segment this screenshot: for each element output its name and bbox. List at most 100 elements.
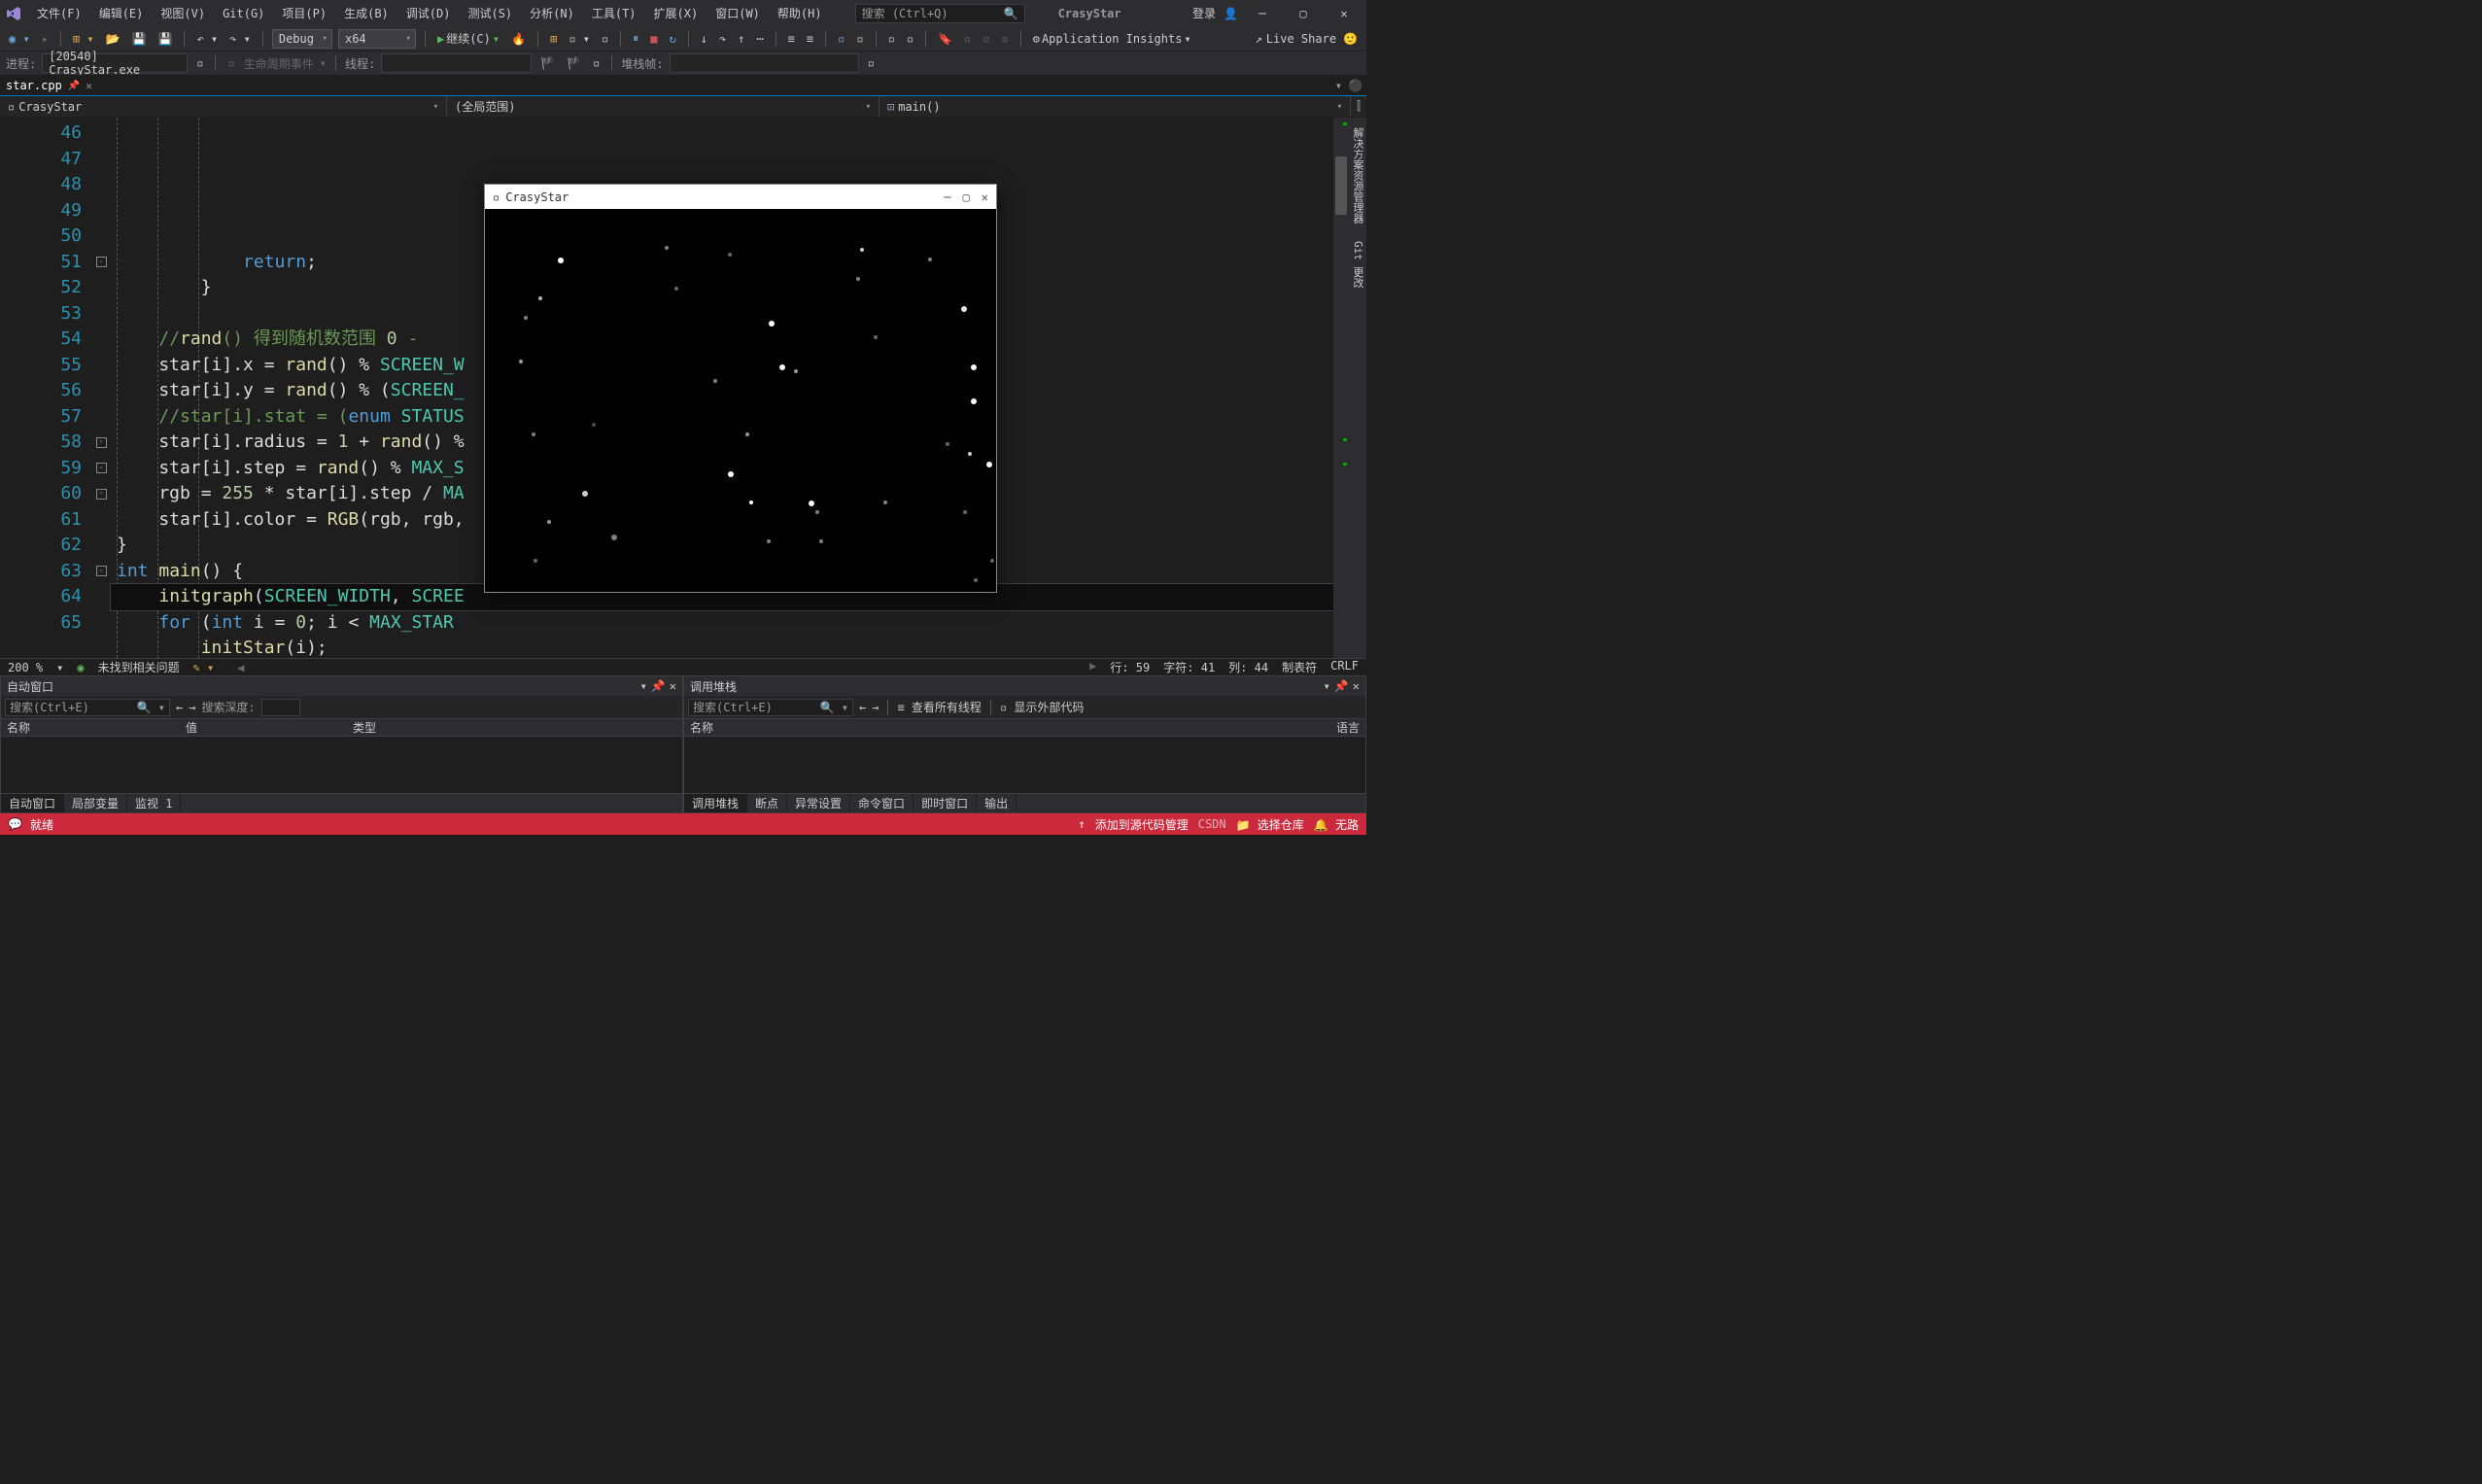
tab-output[interactable]: 输出 — [977, 794, 1017, 812]
panel-close-icon[interactable]: ✕ — [1353, 679, 1360, 693]
close-tab-button[interactable]: ✕ — [86, 80, 92, 92]
split-button[interactable]: ⫿ — [1351, 99, 1366, 114]
login-icon[interactable]: 👤 — [1224, 7, 1238, 20]
open-file-button[interactable]: 📂 — [103, 31, 123, 47]
app-minimize-button[interactable]: ─ — [944, 190, 950, 204]
toolbar-grp4-2[interactable]: ▫ — [853, 31, 866, 47]
menu-extensions[interactable]: 扩展(X) — [652, 3, 701, 23]
col-type[interactable]: 类型 — [353, 719, 376, 736]
menu-project[interactable]: 项目(P) — [280, 3, 328, 23]
restart-button[interactable]: ↻ — [666, 31, 678, 47]
toolbar-grp4-1[interactable]: ▫ — [835, 31, 847, 47]
tab-plus-button[interactable]: ⚫ — [1348, 79, 1362, 92]
config-combo[interactable]: Debug — [272, 29, 332, 49]
lifecycle-icon[interactable]: ▫ — [224, 55, 237, 71]
search-fwd-button[interactable]: → — [189, 701, 195, 714]
panel-close-icon[interactable]: ✕ — [670, 679, 676, 693]
toolbar-btn-1[interactable]: ⊞ — [547, 31, 560, 47]
tab-command[interactable]: 命令窗口 — [850, 794, 914, 812]
zoom-level[interactable]: 200 % — [8, 661, 43, 674]
undo-button[interactable]: ↶ ▾ — [193, 31, 221, 47]
live-share-icon[interactable]: ↗ — [1256, 32, 1262, 46]
thread-combo[interactable] — [381, 53, 532, 73]
hscroll-left[interactable]: ◀ — [237, 661, 244, 674]
toolbar-btn-2[interactable]: ▫ ▾ — [566, 31, 593, 47]
tab-exceptions[interactable]: 异常设置 — [787, 794, 850, 812]
depth-combo[interactable] — [261, 699, 300, 716]
live-share-button[interactable]: Live Share — [1266, 32, 1336, 46]
process-combo[interactable]: [20540] CrasyStar.exe — [42, 53, 188, 73]
error-indicator[interactable]: ◉ — [77, 661, 84, 674]
fold-column[interactable]: ----- — [91, 118, 111, 658]
proc-btn[interactable]: ▫ — [193, 55, 206, 71]
cs-col-lang[interactable]: 语言 — [1336, 719, 1360, 736]
thread-btn-1[interactable]: 🏴 — [537, 55, 558, 71]
pause-button[interactable]: ⏸ — [630, 30, 641, 47]
app-insights-button[interactable]: ⚙ Application Insights ▾ — [1030, 31, 1194, 47]
toolbar-grp5-2[interactable]: ▫ — [904, 31, 916, 47]
solution-explorer-tab[interactable]: 解决方案资源管理器 — [1350, 121, 1365, 229]
stop-button[interactable]: ■ — [647, 31, 660, 47]
view-all-threads-button[interactable]: ≡ 查看所有线程 — [897, 699, 981, 715]
editor-scrollbar[interactable] — [1333, 118, 1349, 658]
app-maximize-button[interactable]: ▢ — [963, 190, 970, 204]
stackframe-combo[interactable] — [670, 53, 859, 73]
tab-breakpoints[interactable]: 断点 — [747, 794, 787, 812]
nav-function-combo[interactable]: ⊡ main()▾ — [879, 96, 1351, 117]
panel-pin-icon[interactable]: 📌 — [1334, 679, 1349, 693]
cs-fwd-button[interactable]: → — [872, 701, 879, 714]
back-button[interactable]: ◉ ▾ — [6, 31, 33, 47]
cs-back-button[interactable]: ← — [859, 701, 866, 714]
show-external-code-button[interactable]: ▫ 显示外部代码 — [1000, 699, 1084, 715]
menu-help[interactable]: 帮助(H) — [776, 3, 824, 23]
menu-test[interactable]: 测试(S) — [465, 3, 514, 23]
step-out-button[interactable]: ↑ — [735, 31, 747, 47]
git-changes-tab[interactable]: Git 更改 — [1350, 235, 1365, 294]
thread-btn-3[interactable]: ▫ — [590, 55, 603, 71]
redo-button[interactable]: ↷ ▾ — [226, 31, 254, 47]
step-over-button[interactable]: ↷ — [716, 31, 729, 47]
maximize-button[interactable]: ▢ — [1287, 2, 1320, 25]
continue-button[interactable]: ▶ 继续(C) ▾ — [434, 29, 502, 48]
autos-search[interactable]: 搜索(Ctrl+E)🔍 ▾ — [5, 699, 170, 716]
doc-tab-star-cpp[interactable]: star.cpp 📌 ✕ — [0, 75, 98, 95]
line-ending[interactable]: CRLF — [1330, 659, 1359, 675]
tab-watch1[interactable]: 监视 1 — [127, 794, 181, 812]
sf-btn[interactable]: ▫ — [865, 55, 878, 71]
tab-overflow-button[interactable]: ▾ — [1335, 79, 1342, 92]
toolbar-btn-3[interactable]: ▫ — [599, 31, 611, 47]
forward-button[interactable]: ▸ — [39, 31, 52, 47]
nav-scope-combo[interactable]: (全局范围)▾ — [447, 96, 879, 117]
toolbar-grp6-2[interactable]: ▫ — [980, 31, 992, 47]
col-value[interactable]: 值 — [186, 719, 197, 736]
save-button[interactable]: 💾 — [129, 31, 150, 47]
menu-debug[interactable]: 调试(D) — [404, 3, 453, 23]
nav-project-combo[interactable]: ▫ CrasyStar▾ — [0, 96, 447, 117]
platform-combo[interactable]: x64 — [338, 29, 416, 49]
panel-drop-icon[interactable]: ▾ — [1324, 679, 1330, 693]
pin-icon[interactable]: 📌 — [68, 81, 80, 91]
menu-file[interactable]: 文件(F) — [35, 3, 84, 23]
hot-reload-button[interactable]: 🔥 — [508, 31, 529, 47]
indent-mode[interactable]: 制表符 — [1282, 659, 1317, 675]
col-name[interactable]: 名称 — [7, 719, 30, 736]
app-close-button[interactable]: ✕ — [982, 190, 988, 204]
panel-pin-icon[interactable]: 📌 — [651, 679, 666, 693]
add-to-source-control[interactable]: 添加到源代码管理 — [1095, 816, 1189, 833]
menu-window[interactable]: 窗口(W) — [713, 3, 762, 23]
tab-locals[interactable]: 局部变量 — [64, 794, 127, 812]
step-into-button[interactable]: ↓ — [698, 31, 710, 47]
menu-edit[interactable]: 编辑(E) — [97, 3, 146, 23]
login-button[interactable]: 登录 — [1192, 5, 1216, 21]
tab-autos[interactable]: 自动窗口 — [1, 794, 64, 812]
toolbar-grp3-1[interactable]: ≡ — [785, 31, 798, 47]
toolbar-grp3-2[interactable]: ≡ — [804, 31, 816, 47]
new-project-button[interactable]: ⊞ ▾ — [70, 31, 97, 47]
menu-build[interactable]: 生成(B) — [342, 3, 391, 23]
feedback-icon[interactable]: 🙂 — [1340, 31, 1361, 47]
toolbar-grp6-3[interactable]: ▫ — [998, 31, 1011, 47]
panel-drop-icon[interactable]: ▾ — [640, 679, 647, 693]
save-all-button[interactable]: 💾 — [155, 31, 176, 47]
menu-git[interactable]: Git(G) — [221, 5, 266, 22]
callstack-search[interactable]: 搜索(Ctrl+E)🔍 ▾ — [688, 699, 853, 716]
